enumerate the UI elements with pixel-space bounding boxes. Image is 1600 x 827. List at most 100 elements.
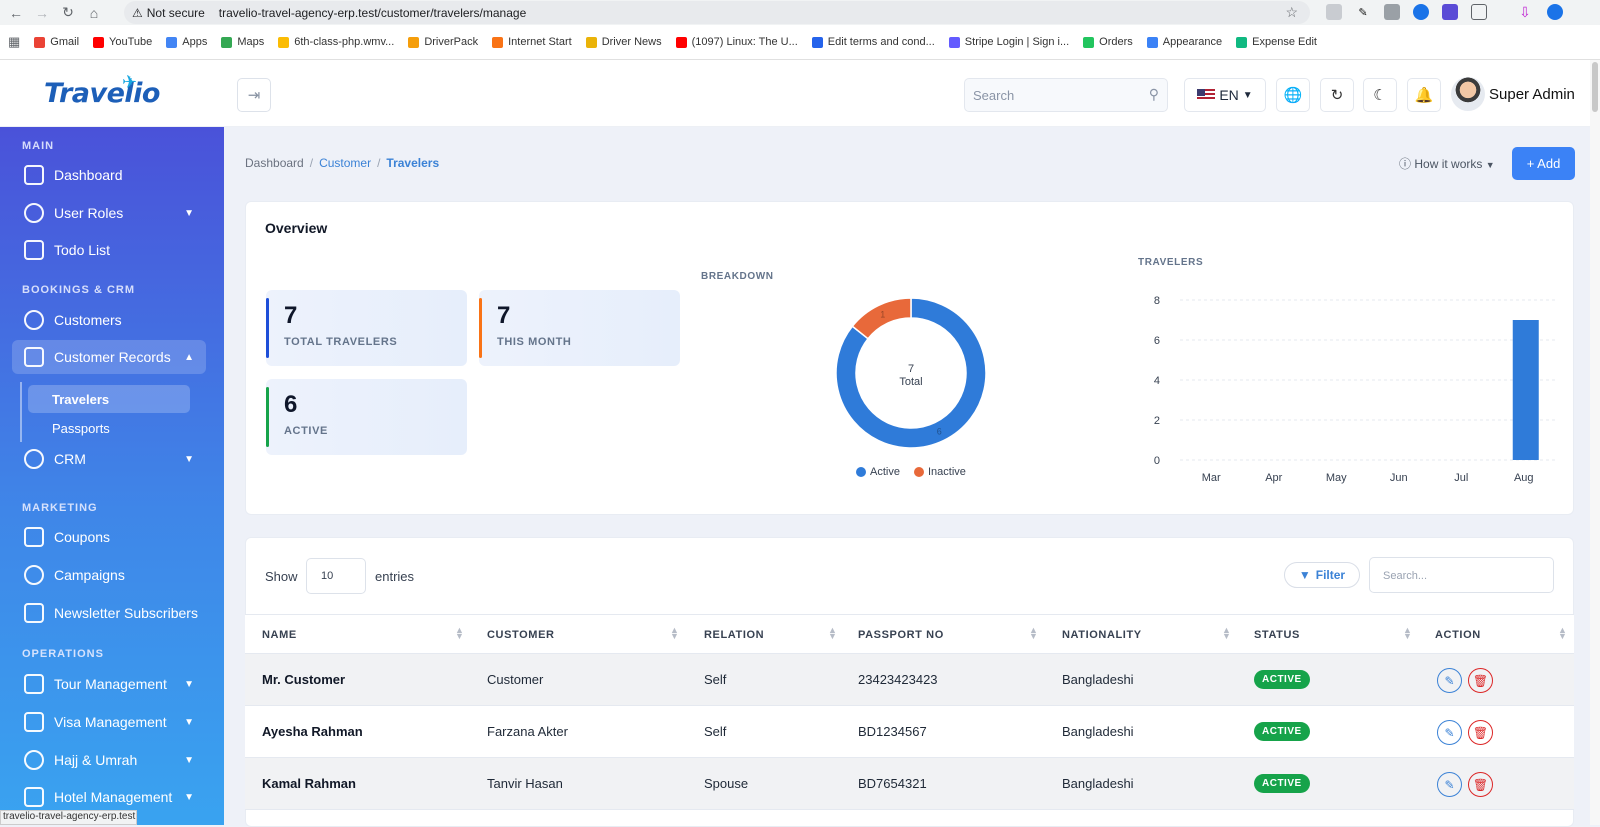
header-search-input[interactable]: Search ⚲ — [964, 78, 1168, 112]
delete-button[interactable]: 🗑 — [1468, 720, 1493, 745]
sort-icon[interactable]: ▲ ▼ — [828, 626, 837, 641]
how-it-works-button[interactable]: ⓘ How it works ▼ — [1399, 155, 1495, 172]
bookmark-item[interactable]: Expense Edit — [1236, 36, 1317, 48]
refresh-button[interactable]: ↻ — [1320, 78, 1354, 112]
cell-name: Ayesha Rahman — [262, 724, 363, 739]
breadcrumb-separator: / — [309, 156, 314, 170]
sidebar-item-dashboard[interactable]: Dashboard — [12, 158, 206, 192]
profile-icon[interactable] — [1547, 4, 1563, 20]
column-header-name[interactable]: NAME — [262, 629, 297, 641]
breadcrumb-dashboard[interactable]: Dashboard — [245, 156, 304, 170]
sidebar-item-campaigns[interactable]: Campaigns — [12, 558, 206, 592]
sort-icon[interactable]: ▲ ▼ — [1558, 626, 1567, 641]
scrollbar-thumb[interactable] — [1592, 62, 1598, 112]
legend-label-inactive[interactable]: Inactive — [928, 466, 966, 478]
column-header-passport[interactable]: PASSPORT NO — [858, 629, 944, 641]
bookmark-item[interactable]: Stripe Login | Sign i... — [948, 36, 1069, 48]
apps-grid-icon[interactable]: ▦ — [8, 34, 20, 50]
bookmark-item[interactable]: YouTube — [93, 36, 152, 48]
user-name[interactable]: Super Admin — [1489, 86, 1575, 103]
user-avatar[interactable] — [1451, 77, 1485, 111]
edit-button[interactable]: ✎ — [1437, 720, 1462, 745]
bookmark-item[interactable]: Appearance — [1146, 36, 1222, 48]
bookmark-item[interactable]: Edit terms and cond... — [811, 36, 935, 48]
sidebar-item-customers[interactable]: Customers — [12, 303, 206, 337]
sidebar-subitem-travelers[interactable]: Travelers — [28, 385, 190, 413]
download-icon[interactable]: ⇩ — [1517, 4, 1533, 20]
bookmark-item[interactable]: Gmail — [34, 36, 79, 48]
stat-label: TOTAL TRAVELERS — [284, 336, 398, 348]
sidebar-item-tour[interactable]: Tour Management ▼ — [12, 667, 206, 701]
filter-button[interactable]: ▼ Filter — [1284, 562, 1360, 588]
bookmark-item[interactable]: 6th-class-php.wmv... — [278, 36, 394, 48]
edit-icon: ✎ — [1444, 725, 1455, 740]
extension-icon[interactable] — [1326, 4, 1342, 20]
sort-icon[interactable]: ▲ ▼ — [1403, 626, 1412, 641]
bookmark-item[interactable]: Maps — [221, 36, 264, 48]
globe-icon: 🌐 — [1283, 87, 1303, 104]
edit-button[interactable]: ✎ — [1437, 772, 1462, 797]
delete-button[interactable]: 🗑 — [1468, 772, 1493, 797]
extension-badge-icon[interactable] — [1442, 4, 1458, 20]
cell-relation: Spouse — [704, 776, 749, 791]
column-header-customer[interactable]: CUSTOMER — [487, 629, 555, 641]
sort-icon[interactable]: ▲ ▼ — [455, 626, 464, 641]
bookmark-item[interactable]: (1097) Linux: The U... — [675, 36, 798, 48]
sort-icon[interactable]: ▲ ▼ — [1222, 626, 1231, 641]
theme-toggle-button[interactable]: ☾ — [1363, 78, 1397, 112]
forward-icon[interactable]: → — [32, 3, 52, 23]
x-tick-label: Apr — [1265, 472, 1282, 484]
language-selector[interactable]: EN ▼ — [1184, 78, 1266, 112]
sidebar-item-visa[interactable]: Visa Management ▼ — [12, 705, 206, 739]
back-icon[interactable]: ← — [6, 3, 26, 23]
sidebar-item-coupons[interactable]: Coupons — [12, 520, 206, 554]
bookmark-item[interactable]: DriverPack — [408, 36, 478, 48]
page-scrollbar[interactable] — [1590, 60, 1600, 825]
bookmark-label: Driver News — [601, 36, 662, 48]
bar-aug[interactable] — [1512, 320, 1539, 460]
camera-icon[interactable] — [1384, 4, 1400, 20]
add-button[interactable]: + Add — [1512, 147, 1575, 180]
sidebar-item-crm[interactable]: CRM ▼ — [12, 442, 206, 476]
sidebar-item-label: Visa Management — [54, 714, 167, 730]
help-icon: ⓘ — [1399, 157, 1412, 171]
sidebar-item-hotel[interactable]: Hotel Management ▼ — [12, 780, 206, 814]
stat-accent-bar — [266, 387, 269, 447]
chevron-down-icon: ▼ — [184, 791, 194, 803]
sidebar-item-user-roles[interactable]: User Roles ▼ — [12, 196, 206, 230]
breadcrumb-customer[interactable]: Customer — [319, 156, 371, 170]
puzzle-icon[interactable] — [1471, 4, 1487, 20]
delete-button[interactable]: 🗑 — [1468, 668, 1493, 693]
table-row: Mr. Customer Customer Self 23423423423 B… — [245, 654, 1574, 706]
bookmark-item[interactable]: Apps — [166, 36, 207, 48]
edit-button[interactable]: ✎ — [1437, 668, 1462, 693]
url-text[interactable]: travelio-travel-agency-erp.test/customer… — [219, 6, 526, 20]
reload-icon[interactable]: ↻ — [58, 3, 78, 23]
bookmark-item[interactable]: Driver News — [585, 36, 662, 48]
column-header-relation[interactable]: RELATION — [704, 629, 764, 641]
sidebar-item-hajj[interactable]: Hajj & Umrah ▼ — [12, 743, 206, 777]
table-search-input[interactable]: Search... — [1369, 557, 1554, 593]
sort-icon[interactable]: ▲ ▼ — [670, 626, 679, 641]
bookmark-item[interactable]: Orders — [1083, 36, 1133, 48]
sidebar-toggle-button[interactable]: ⇥ — [237, 78, 271, 112]
sidebar-item-customer-records[interactable]: Customer Records ▲ — [12, 340, 206, 374]
extension-icon[interactable] — [1413, 4, 1429, 20]
y-tick-label: 0 — [1154, 455, 1160, 467]
bookmark-item[interactable]: Internet Start — [492, 36, 572, 48]
column-header-nationality[interactable]: NATIONALITY — [1062, 629, 1142, 641]
globe-button[interactable]: 🌐 — [1276, 78, 1310, 112]
address-bar[interactable]: ⚠ Not secure travelio-travel-agency-erp.… — [124, 1, 1310, 24]
travelio-logo[interactable]: Travelio ✈ — [44, 72, 160, 109]
pen-icon[interactable]: ✎ — [1355, 4, 1371, 20]
sidebar-item-newsletter[interactable]: Newsletter Subscribers — [12, 596, 206, 630]
home-icon[interactable]: ⌂ — [84, 3, 104, 23]
sidebar-item-todo[interactable]: Todo List — [12, 233, 206, 267]
notifications-button[interactable]: 🔔 — [1407, 78, 1441, 112]
column-header-status[interactable]: STATUS — [1254, 629, 1300, 641]
sidebar-subitem-passports[interactable]: Passports — [28, 414, 190, 442]
bookmark-star-icon[interactable]: ☆ — [1285, 4, 1298, 21]
entries-select[interactable]: 10 — [306, 558, 366, 594]
sort-icon[interactable]: ▲ ▼ — [1029, 626, 1038, 641]
legend-label-active[interactable]: Active — [870, 466, 900, 478]
